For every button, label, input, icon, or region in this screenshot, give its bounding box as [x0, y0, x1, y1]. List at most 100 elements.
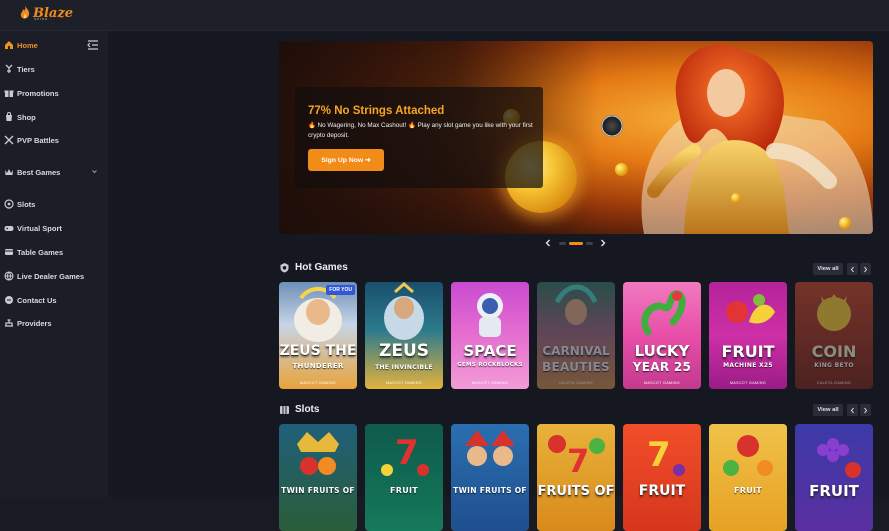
slot-card[interactable]: FRUIT: [795, 424, 873, 531]
promo-title: 77% No Strings Attached: [308, 105, 445, 117]
game-art: 7: [381, 433, 429, 476]
hot-games-heading: Hot Games: [279, 262, 348, 273]
sidebar-item-label: PVP Battles: [17, 135, 59, 145]
chat-icon: [3, 295, 14, 306]
sign-up-button[interactable]: Sign Up Now ➜: [308, 149, 384, 171]
sidebar-item-contact-us[interactable]: Contact Us: [0, 290, 108, 310]
sidebar-item-virtual-sport[interactable]: Virtual Sport: [0, 218, 108, 238]
hot-games-icon: [280, 263, 289, 273]
coin-graphic: [839, 217, 851, 229]
sidebar-item-table-games[interactable]: Table Games: [0, 242, 108, 262]
chevron-right-icon: [864, 266, 868, 272]
game-title: CARNIVAL: [542, 344, 610, 358]
slot-card[interactable]: FRUIT: [709, 424, 787, 531]
sidebar-item-shop[interactable]: Shop: [0, 107, 108, 127]
globe-icon: [3, 271, 14, 282]
sidebar-item-home[interactable]: Home: [0, 35, 108, 55]
for-you-badge: FOR YOU: [326, 285, 355, 295]
logo-subtext: SPINS: [34, 17, 49, 21]
coin-graphic: [615, 163, 628, 176]
top-bar: Blaze SPINS: [0, 0, 889, 31]
slots-prev-button[interactable]: [847, 404, 858, 416]
game-art: [817, 294, 851, 331]
slot-card[interactable]: 7 FRUITS OF: [537, 424, 615, 531]
sidebar-item-label: Promotions: [17, 88, 59, 98]
game-art: [726, 294, 775, 324]
sidebar-item-live-dealer-games[interactable]: Live Dealer Games: [0, 266, 108, 286]
game-studio: MASCOT GAMING: [299, 381, 337, 385]
slider-dot-active[interactable]: [569, 242, 583, 245]
sidebar-item-label: Providers: [17, 318, 52, 328]
game-title: TWIN FRUITS OF: [281, 486, 355, 495]
game-studio: CALETA GAMING: [558, 381, 594, 385]
sidebar-item-slots[interactable]: Slots: [0, 194, 108, 214]
section-title: Hot Games: [295, 262, 348, 273]
slots-view-all-button[interactable]: View all: [813, 404, 843, 416]
sidebar-item-label: Shop: [17, 112, 36, 122]
chevron-down-icon: [92, 170, 97, 174]
sidebar-item-label: Slots: [17, 199, 36, 209]
slider-dot[interactable]: [559, 242, 566, 245]
home-icon: [3, 40, 14, 51]
game-subtitle: BEAUTIES: [542, 360, 610, 374]
game-art: [477, 293, 503, 337]
game-card-lucky-year-25[interactable]: LUCKY YEAR 25 MASCOT GAMING: [623, 282, 701, 389]
game-card-carnival-beauties[interactable]: CARNIVAL BEAUTIES CALETA GAMING: [537, 282, 615, 389]
game-art: [297, 432, 339, 475]
flame-icon: [20, 6, 30, 19]
sidebar-item-label: Live Dealer Games: [17, 271, 85, 281]
slots-section-icon: [280, 406, 289, 414]
providers-icon: [3, 318, 14, 329]
hot-games-prev-button[interactable]: [847, 263, 858, 275]
hot-games-view-all-button[interactable]: View all: [813, 263, 843, 275]
tiers-icon: [3, 64, 14, 75]
goddess-illustration: [641, 44, 873, 234]
gamepad-icon: [3, 223, 14, 234]
game-title: SPACE: [463, 342, 517, 360]
svg-text:7: 7: [567, 442, 589, 480]
poker-chip-graphic: [601, 115, 623, 137]
chevron-right-icon: [864, 407, 868, 413]
game-title: LUCKY: [634, 342, 690, 360]
sidebar-item-best-games[interactable]: Best Games: [0, 162, 108, 182]
slot-card[interactable]: TWIN FRUITS OF: [279, 424, 357, 531]
sidebar-item-label: Table Games: [17, 247, 64, 257]
slots-heading: Slots: [279, 404, 319, 415]
promo-panel: 77% No Strings Attached 🔥 No Wagering, N…: [295, 87, 543, 188]
game-card-coin-king-beto[interactable]: COIN KING BETO CALETA GAMING: [795, 282, 873, 389]
svg-text:7: 7: [395, 433, 419, 473]
game-card-fruit-machine-x25[interactable]: FRUIT MACHINE X25 MASCOT GAMING: [709, 282, 787, 389]
shop-icon: [3, 112, 14, 123]
game-card-space-gems-rockblocks[interactable]: SPACE GEMS ROCKBLOCKS MASCOT GAMING: [451, 282, 529, 389]
game-title: COIN: [811, 342, 857, 361]
slider-next-icon[interactable]: [600, 239, 606, 247]
sidebar-item-promotions[interactable]: Promotions: [0, 83, 108, 103]
slider-prev-icon[interactable]: [545, 239, 551, 247]
game-art: 7: [647, 435, 685, 476]
sidebar: Home Tiers Promotions Shop PVP Battles B…: [0, 31, 108, 497]
slot-card[interactable]: 7 FRUIT: [623, 424, 701, 531]
promotions-icon: [3, 88, 14, 99]
hero-banner[interactable]: 77% No Strings Attached 🔥 No Wagering, N…: [279, 41, 873, 234]
sidebar-item-providers[interactable]: Providers: [0, 313, 108, 333]
slot-card[interactable]: 7 FRUIT: [365, 424, 443, 531]
game-card-zeus-the-invincible[interactable]: ZEUS THE INVINCIBLE MASCOT GAMING: [365, 282, 443, 389]
section-title: Slots: [295, 404, 320, 415]
slots-next-button[interactable]: [860, 404, 871, 416]
game-studio: MASCOT GAMING: [729, 381, 767, 385]
game-art: [465, 430, 515, 466]
hot-games-next-button[interactable]: [860, 263, 871, 275]
game-subtitle: KING BETO: [814, 362, 854, 369]
game-card-zeus-the-thunderer[interactable]: FOR YOU ZEUS THE THUNDERER MASCOT GAMING: [279, 282, 357, 389]
game-subtitle: GEMS ROCKBLOCKS: [457, 362, 523, 368]
game-title: FRUIT: [389, 486, 419, 495]
slider-dot[interactable]: [586, 242, 593, 245]
sidebar-item-label: Home: [17, 40, 38, 50]
game-art: [641, 290, 686, 336]
sidebar-item-label: Contact Us: [17, 295, 57, 305]
game-title: FRUIT: [733, 486, 763, 495]
sidebar-item-tiers[interactable]: Tiers: [0, 59, 108, 79]
sidebar-item-label: Best Games: [17, 167, 61, 177]
slot-card[interactable]: TWIN FRUITS OF: [451, 424, 529, 531]
sidebar-item-pvp-battles[interactable]: PVP Battles: [0, 130, 108, 150]
